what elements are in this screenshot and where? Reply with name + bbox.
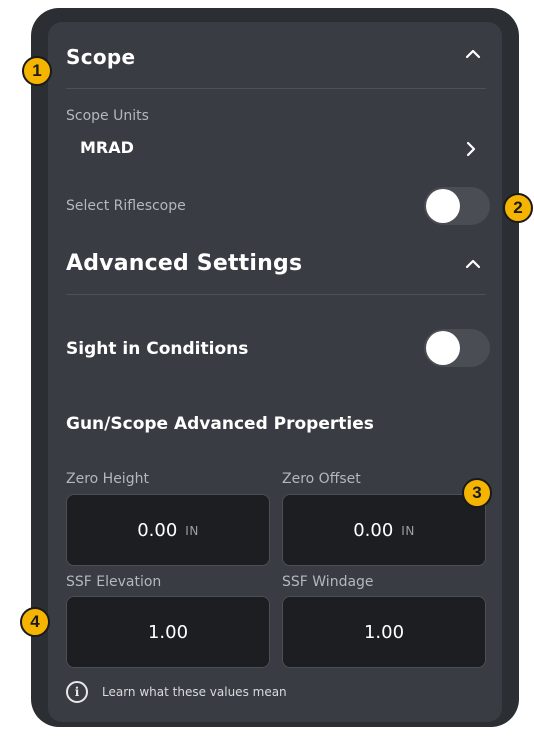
zero-height-field[interactable]: 0.00 IN xyxy=(66,494,270,566)
scope-units-label: Scope Units xyxy=(66,108,149,124)
zero-height-unit: IN xyxy=(185,524,199,538)
ssf-windage-label: SSF Windage xyxy=(282,574,374,590)
sight-in-conditions-label: Sight in Conditions xyxy=(66,339,249,359)
zero-height-label: Zero Height xyxy=(66,471,149,487)
annotation-badge-2: 2 xyxy=(503,193,533,223)
zero-offset-unit: IN xyxy=(401,524,415,538)
select-riflescope-label: Select Riflescope xyxy=(66,198,186,214)
ssf-elevation-field[interactable]: 1.00 xyxy=(66,596,270,668)
scope-units-value[interactable]: MRAD xyxy=(80,138,134,157)
toggle-knob xyxy=(426,331,460,365)
toggle-knob xyxy=(426,189,460,223)
zero-height-value: 0.00 xyxy=(137,519,178,541)
zero-offset-label: Zero Offset xyxy=(282,471,361,487)
ssf-elevation-value: 1.00 xyxy=(147,621,189,643)
chevron-up-icon[interactable] xyxy=(464,48,482,60)
chevron-right-icon[interactable] xyxy=(465,140,477,158)
annotation-badge-4: 4 xyxy=(20,607,50,637)
ssf-windage-field[interactable]: 1.00 xyxy=(282,596,486,668)
ssf-elevation-label: SSF Elevation xyxy=(66,574,162,590)
chevron-up-icon[interactable] xyxy=(464,258,482,270)
annotation-badge-1: 1 xyxy=(22,56,52,86)
advanced-settings-title[interactable]: Advanced Settings xyxy=(66,251,302,276)
ssf-windage-value: 1.00 xyxy=(363,621,405,643)
sight-in-conditions-toggle[interactable] xyxy=(424,329,490,367)
zero-offset-field[interactable]: 0.00 IN xyxy=(282,494,486,566)
riflescope-toggle[interactable] xyxy=(424,187,490,225)
scope-section-title[interactable]: Scope xyxy=(66,45,135,69)
learn-more-link[interactable]: Learn what these values mean xyxy=(102,685,287,699)
advanced-divider xyxy=(66,294,486,295)
scope-divider xyxy=(66,88,486,89)
annotation-badge-3: 3 xyxy=(462,478,492,508)
info-icon[interactable]: i xyxy=(66,681,88,703)
zero-offset-value: 0.00 xyxy=(353,519,394,541)
properties-heading: Gun/Scope Advanced Properties xyxy=(66,414,374,434)
